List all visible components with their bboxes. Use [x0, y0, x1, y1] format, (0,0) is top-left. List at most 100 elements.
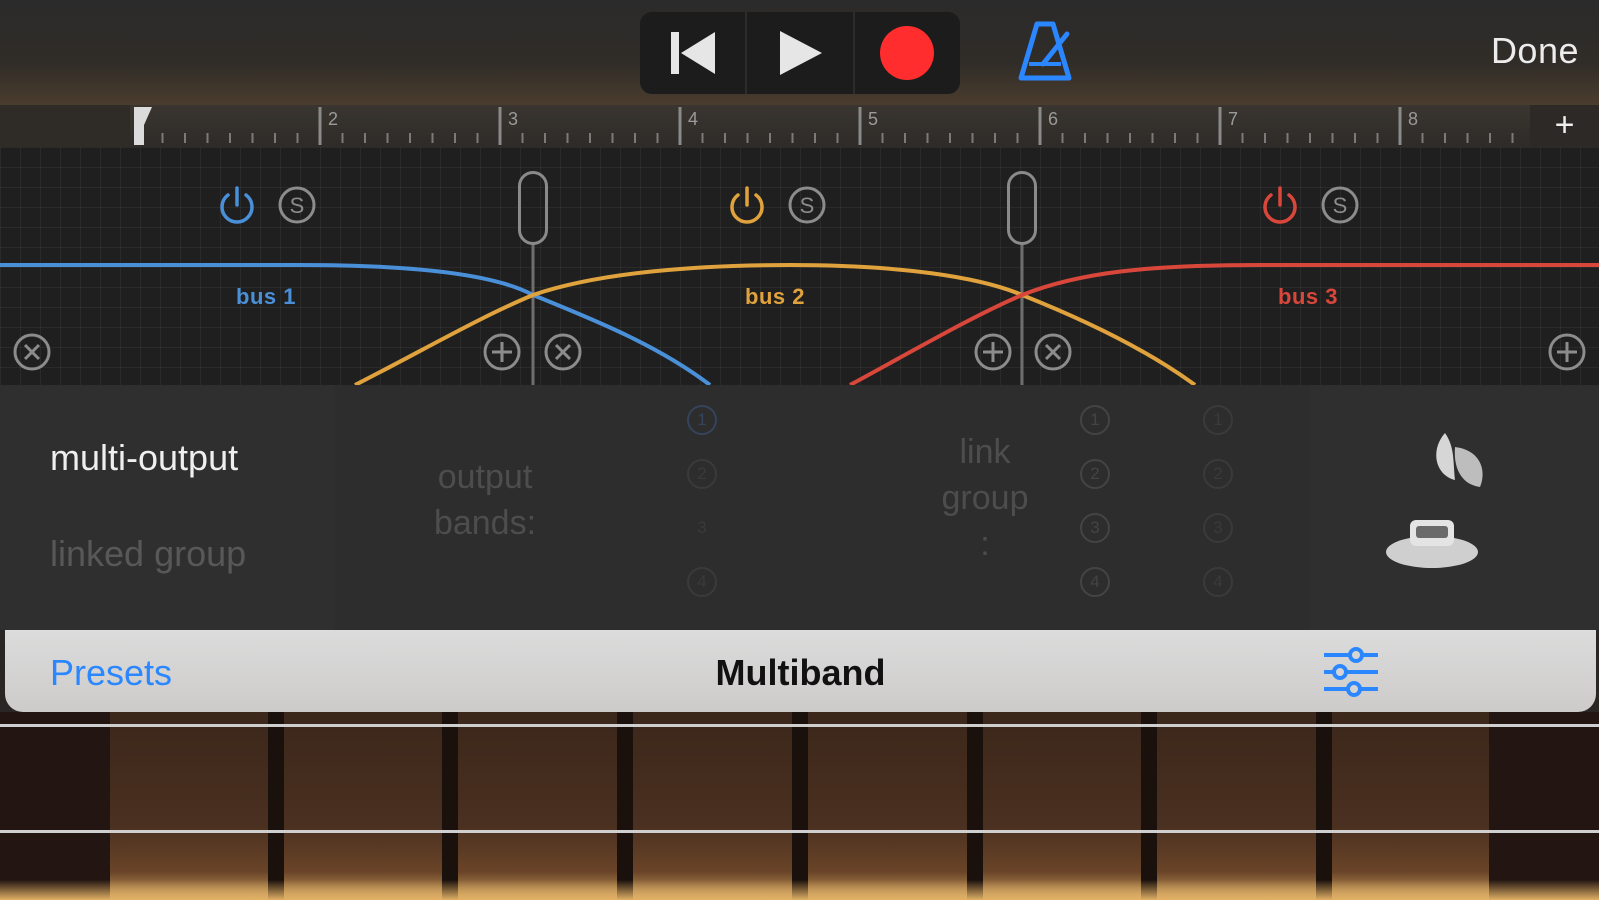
settings-button[interactable] — [1320, 646, 1382, 698]
crossover-curves — [0, 242, 1599, 385]
bus-1-label: bus 1 — [236, 284, 296, 309]
bus-1-solo-button[interactable]: S — [277, 185, 317, 230]
crossover-handle-2[interactable] — [1007, 171, 1037, 245]
ruler-left-area — [0, 105, 130, 147]
link-b-number-1[interactable]: 1 — [1203, 405, 1233, 435]
bus-3-curve — [849, 263, 1599, 385]
fret — [792, 712, 808, 900]
plus-circle-icon — [1548, 333, 1586, 371]
close-circle-icon — [544, 333, 582, 371]
remove-band-button-3[interactable] — [1033, 332, 1073, 377]
guitar-string[interactable] — [0, 830, 1599, 833]
band-number-4[interactable]: 4 — [687, 567, 717, 597]
link-number-2[interactable]: 2 — [1080, 459, 1110, 489]
band-number-3[interactable]: 3 — [687, 513, 717, 543]
link-group-label: link group : — [941, 433, 1029, 563]
fret — [442, 712, 458, 900]
fret — [268, 712, 284, 900]
output-band-numbers: 1 2 3 4 — [687, 405, 727, 621]
fret — [617, 712, 633, 900]
fretboard-edge-left — [0, 712, 110, 900]
solo-icon: S — [788, 186, 826, 224]
ruler-bar-number: 7 — [1228, 109, 1238, 129]
band-number-2[interactable]: 2 — [687, 459, 717, 489]
close-circle-icon — [1034, 333, 1072, 371]
bus-2-power-button[interactable] — [726, 185, 768, 232]
power-icon — [730, 186, 764, 224]
solo-icon: S — [278, 186, 316, 224]
bus-2-solo-button[interactable]: S — [787, 185, 827, 230]
bus-1-power-button[interactable] — [216, 185, 258, 232]
plus-circle-icon — [974, 333, 1012, 371]
sliders-icon — [1324, 647, 1378, 697]
rewind-button[interactable] — [640, 12, 748, 94]
plugin-logos — [1310, 385, 1599, 630]
add-band-button-1[interactable] — [482, 332, 522, 377]
fret — [1316, 712, 1332, 900]
mode-linked-group[interactable]: linked group — [50, 533, 246, 575]
mode-settings: output bands: 1 2 3 4 link group : 1 2 3… — [335, 385, 1310, 630]
link-group-numbers-a: 1 2 3 4 — [1080, 405, 1120, 621]
link-number-1[interactable]: 1 — [1080, 405, 1110, 435]
power-icon — [1263, 186, 1297, 224]
mode-multi-output[interactable]: multi-output — [50, 437, 238, 479]
guitar-fretboard[interactable] — [0, 712, 1599, 900]
ruler-bar-number: 2 — [328, 109, 338, 129]
done-button[interactable]: Done — [1491, 30, 1579, 72]
link-group-numbers-b: 1 2 3 4 — [1203, 405, 1243, 621]
fret — [1141, 712, 1157, 900]
link-b-number-4[interactable]: 4 — [1203, 567, 1233, 597]
link-number-3[interactable]: 3 — [1080, 513, 1110, 543]
link-number-4[interactable]: 4 — [1080, 567, 1110, 597]
timeline-ruler[interactable]: 2 3 4 5 6 7 8 — [130, 105, 1559, 147]
add-band-button-2[interactable] — [973, 332, 1013, 377]
power-icon — [220, 186, 254, 224]
bus-1-curve — [0, 263, 712, 385]
options-panel: multi-output linked group output bands: … — [0, 385, 1599, 630]
ruler-bar-number: 8 — [1408, 109, 1418, 129]
play-button[interactable] — [747, 12, 855, 94]
remove-band-button-2[interactable] — [543, 332, 583, 377]
output-bands-label: output bands: — [433, 458, 537, 542]
link-b-number-2[interactable]: 2 — [1203, 459, 1233, 489]
ruler-bar-number: 3 — [508, 109, 518, 129]
bus-3-power-button[interactable] — [1259, 185, 1301, 232]
crossover-handle-1[interactable] — [518, 171, 548, 245]
transport-controls — [640, 12, 960, 94]
link-b-number-3[interactable]: 3 — [1203, 513, 1233, 543]
remove-band-button-1[interactable] — [12, 332, 52, 377]
add-band-button-3[interactable] — [1547, 332, 1587, 377]
preset-bar: Presets Multiband — [5, 630, 1596, 712]
ruler-bar-number: 6 — [1048, 109, 1058, 129]
bus-3-label: bus 3 — [1278, 284, 1338, 309]
bus-3-solo-button[interactable]: S — [1320, 185, 1360, 230]
play-icon — [779, 31, 822, 75]
mode-list: multi-output linked group — [0, 385, 335, 630]
ruler-bar-number: 5 — [868, 109, 878, 129]
bus-2-label: bus 2 — [745, 284, 805, 309]
close-circle-icon — [13, 333, 51, 371]
ruler-ticks: 2 3 4 5 6 7 8 — [134, 107, 1559, 145]
record-icon — [880, 26, 935, 80]
svg-text:S: S — [800, 193, 815, 218]
fretboard-edge-right — [1489, 712, 1599, 900]
svg-text:S: S — [290, 193, 305, 218]
svg-text:S: S — [1333, 193, 1348, 218]
transport-bar: Done — [0, 0, 1599, 105]
ruler-bar-number: 4 — [688, 109, 698, 129]
fret — [967, 712, 983, 900]
leaf-logo-icon — [1436, 433, 1483, 487]
badge-logo-icon — [1386, 520, 1478, 568]
solo-icon: S — [1321, 186, 1359, 224]
guitar-string[interactable] — [0, 724, 1599, 727]
plus-circle-icon — [483, 333, 521, 371]
skip-to-start-icon — [670, 32, 715, 74]
fretboard-glow — [0, 880, 1599, 900]
metronome-button[interactable] — [1015, 20, 1075, 84]
band-number-1[interactable]: 1 — [687, 405, 717, 435]
metronome-icon — [1018, 21, 1072, 81]
playhead-start-marker[interactable] — [134, 107, 152, 145]
add-section-button[interactable]: + — [1530, 105, 1599, 147]
multiband-graph[interactable]: S bus 1 S bus 2 S bus 3 — [0, 147, 1599, 385]
record-button[interactable] — [855, 12, 960, 94]
